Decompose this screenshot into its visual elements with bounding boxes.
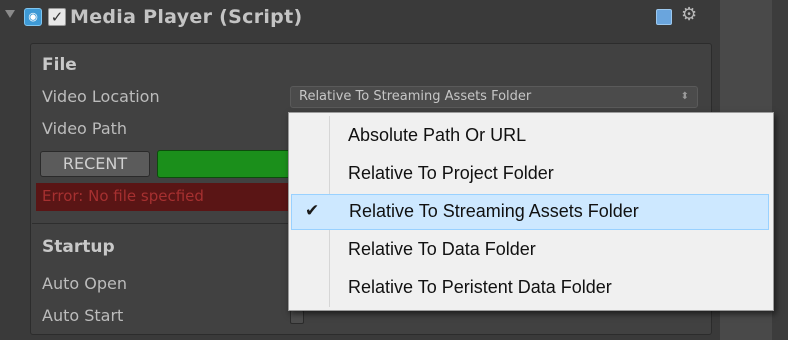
auto-open-label: Auto Open — [42, 274, 127, 293]
menu-item-data-folder[interactable]: Relative To Data Folder — [291, 232, 769, 268]
error-message: Error: No file specfied — [42, 187, 204, 205]
script-icon: ◉ — [24, 8, 42, 26]
video-location-value: Relative To Streaming Assets Folder — [299, 89, 532, 104]
menu-item-label: Relative To Data Folder — [348, 239, 536, 259]
menu-item-label: Relative To Project Folder — [348, 163, 554, 183]
gear-icon[interactable]: ⚙ — [681, 4, 697, 25]
unity-inspector: ◉ ✓ Media Player (Script) ⚙ File Video L… — [0, 0, 788, 340]
file-section-heading: File — [42, 55, 77, 75]
menu-item-project-folder[interactable]: Relative To Project Folder — [291, 156, 769, 192]
checkmark-icon: ✔ — [305, 201, 320, 220]
video-location-dropdown[interactable]: Relative To Streaming Assets Folder ⬍ — [290, 86, 698, 108]
menu-item-label: Absolute Path Or URL — [348, 125, 527, 145]
recent-button[interactable]: RECENT — [40, 151, 150, 177]
auto-start-label: Auto Start — [42, 306, 124, 325]
right-edge — [772, 0, 788, 340]
menu-item-absolute-path[interactable]: Absolute Path Or URL — [291, 118, 769, 154]
menu-item-persistent-data[interactable]: Relative To Peristent Data Folder — [291, 270, 769, 306]
menu-item-label: Relative To Peristent Data Folder — [348, 277, 612, 297]
component-header[interactable]: ◉ ✓ Media Player (Script) ⚙ — [0, 0, 720, 36]
auto-start-checkbox[interactable] — [290, 310, 304, 324]
video-location-label: Video Location — [42, 87, 160, 106]
browse-button[interactable] — [157, 150, 297, 178]
menu-item-label: Relative To Streaming Assets Folder — [349, 201, 639, 221]
enable-checkbox[interactable]: ✓ — [48, 8, 66, 26]
foldout-arrow-icon[interactable] — [5, 10, 15, 18]
component-title: Media Player (Script) — [70, 6, 303, 28]
menu-item-streaming-assets[interactable]: ✔ Relative To Streaming Assets Folder — [291, 194, 769, 230]
startup-section-heading: Startup — [42, 237, 115, 257]
video-location-menu: Absolute Path Or URL Relative To Project… — [288, 112, 774, 311]
dropdown-arrow-icon: ⬍ — [680, 91, 689, 102]
help-icon[interactable] — [656, 9, 672, 25]
video-path-label: Video Path — [42, 119, 128, 138]
